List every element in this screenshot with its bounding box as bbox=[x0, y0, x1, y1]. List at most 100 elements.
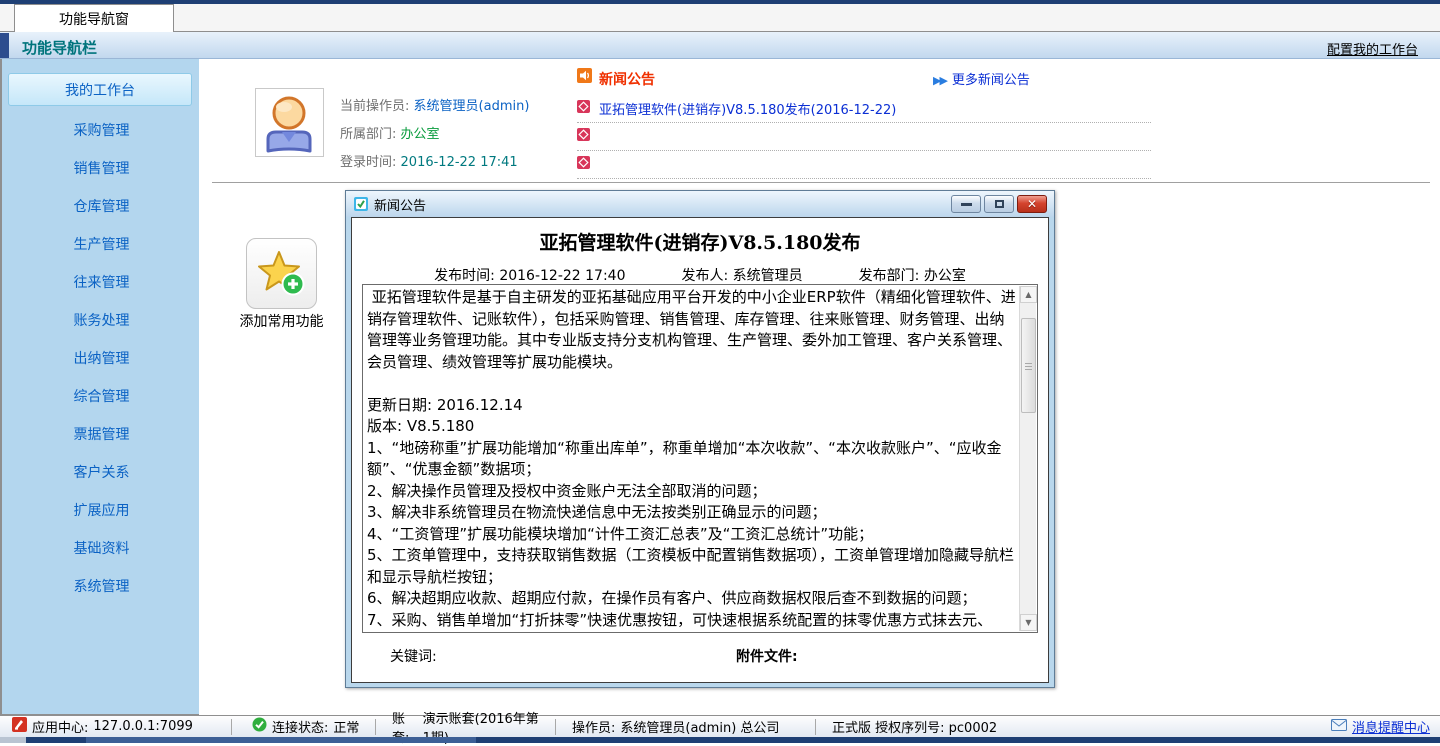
sidebar-item-comprehensive[interactable]: 综合管理 bbox=[2, 377, 201, 415]
article-meta: 发布时间: 2016-12-22 17:40 发布人: 系统管理员 发布部门: … bbox=[352, 265, 1048, 285]
connection-section: 连接状态: 正常 bbox=[240, 719, 376, 735]
close-icon: ✕ bbox=[1027, 197, 1037, 211]
message-center-label: 消息提醒中心 bbox=[1352, 717, 1430, 736]
sidebar-item-label: 账务处理 bbox=[74, 310, 130, 330]
news-bullet-icon bbox=[577, 156, 590, 173]
sidebar-item-label: 仓库管理 bbox=[74, 196, 130, 216]
sidebar-item-label: 出纳管理 bbox=[74, 348, 130, 368]
department-row: 所属部门: 办公室 bbox=[340, 123, 440, 142]
add-favorite-button[interactable] bbox=[246, 238, 317, 309]
keywords-label: 关键词: bbox=[390, 646, 437, 666]
login-time-value: 2016-12-22 17:41 bbox=[401, 155, 518, 170]
app-center-label: 应用中心: bbox=[32, 717, 88, 736]
sidebar-item-contacts[interactable]: 往来管理 bbox=[2, 263, 201, 301]
speaker-icon bbox=[577, 68, 592, 87]
avatar bbox=[255, 88, 324, 157]
account-set-section: 账套: 演示账套(2016年第1期) bbox=[380, 719, 556, 735]
sidebar-item-label: 生产管理 bbox=[74, 234, 130, 254]
login-time-label: 登录时间: bbox=[340, 155, 396, 170]
tab-function-navigation[interactable]: 功能导航窗 bbox=[14, 4, 174, 32]
operator-section: 操作员: 系统管理员(admin) 总公司 bbox=[560, 719, 816, 735]
license-text: 正式版 授权序列号: pc0002 bbox=[832, 717, 997, 736]
news-item[interactable] bbox=[577, 125, 1151, 151]
popup-content: 亚拓管理软件(进销存)V8.5.180发布 发布时间: 2016-12-22 1… bbox=[351, 217, 1049, 683]
article-body-box: 亚拓管理软件是基于自主研发的亚拓基础应用平台开发的中小企业ERP软件（精细化管理… bbox=[362, 284, 1038, 633]
scroll-up-arrow[interactable]: ▲ bbox=[1020, 286, 1037, 303]
connection-ok-icon bbox=[252, 717, 267, 736]
content-divider bbox=[212, 182, 1430, 183]
sidebar-item-warehouse[interactable]: 仓库管理 bbox=[2, 187, 201, 225]
close-button[interactable]: ✕ bbox=[1017, 195, 1047, 213]
news-item[interactable]: 亚拓管理软件(进销存)V8.5.180发布(2016-12-22) bbox=[577, 97, 1151, 123]
add-favorite-label: 添加常用功能 bbox=[209, 311, 354, 331]
envelope-icon bbox=[1331, 719, 1347, 735]
configure-workbench-link[interactable]: 配置我的工作台 bbox=[1327, 39, 1418, 58]
sidebar-item-label: 采购管理 bbox=[74, 120, 130, 140]
news-bullet-icon bbox=[577, 100, 590, 117]
maximize-icon bbox=[995, 200, 1004, 208]
sidebar-item-system[interactable]: 系统管理 bbox=[2, 567, 201, 605]
status-operator-label: 操作员: bbox=[572, 717, 615, 736]
article-title: 亚拓管理软件(进销存)V8.5.180发布 bbox=[352, 228, 1048, 255]
sidebar-item-bills[interactable]: 票据管理 bbox=[2, 415, 201, 453]
sidebar-item-my-workbench[interactable]: 我的工作台 bbox=[8, 73, 192, 106]
sidebar-item-label: 基础资料 bbox=[74, 538, 130, 558]
maximize-button[interactable] bbox=[984, 195, 1014, 213]
operator-row: 当前操作员: 系统管理员(admin) bbox=[340, 95, 529, 114]
section-header: 功能导航栏 配置我的工作台 bbox=[0, 32, 1440, 59]
news-item[interactable] bbox=[577, 153, 1151, 179]
sidebar-item-crm[interactable]: 客户关系 bbox=[2, 453, 201, 491]
popup-titlebar[interactable]: 新闻公告 ✕ bbox=[346, 191, 1054, 217]
department-label: 所属部门: bbox=[340, 127, 396, 142]
message-center-link[interactable]: 消息提醒中心 bbox=[1331, 717, 1440, 736]
sidebar-item-label: 我的工作台 bbox=[65, 80, 135, 100]
popup-title: 新闻公告 bbox=[374, 195, 426, 214]
news-item-text: 亚拓管理软件(进销存)V8.5.180发布(2016-12-22) bbox=[599, 99, 896, 118]
sidebar-item-label: 系统管理 bbox=[74, 576, 130, 596]
sidebar-item-base-data[interactable]: 基础资料 bbox=[2, 529, 201, 567]
operator-label: 当前操作员: bbox=[340, 99, 409, 114]
more-news-label: 更多新闻公告 bbox=[952, 73, 1030, 88]
news-popup-window: 新闻公告 ✕ 亚拓管理软件(进销存)V8.5.180发布 发布时间: 2016-… bbox=[345, 190, 1055, 688]
article-body-text: 亚拓管理软件是基于自主研发的亚拓基础应用平台开发的中小企业ERP软件（精细化管理… bbox=[367, 287, 1019, 630]
vertical-scrollbar[interactable]: ▲ ▼ bbox=[1019, 286, 1036, 631]
minimize-button[interactable] bbox=[951, 195, 981, 213]
login-time-row: 登录时间: 2016-12-22 17:41 bbox=[340, 151, 518, 170]
status-bar: 应用中心: 127.0.0.1:7099 连接状态: 正常 账套: 演示账套(2… bbox=[0, 715, 1440, 737]
operator-value: 系统管理员(admin) bbox=[414, 99, 530, 114]
window-logo-icon bbox=[354, 197, 368, 215]
sidebar-item-label: 销售管理 bbox=[74, 158, 130, 178]
news-bullet-icon bbox=[577, 128, 590, 145]
sidebar-item-label: 客户关系 bbox=[74, 462, 130, 482]
sidebar-item-cashier[interactable]: 出纳管理 bbox=[2, 339, 201, 377]
sidebar-item-purchase[interactable]: 采购管理 bbox=[2, 111, 201, 149]
connection-value: 正常 bbox=[333, 717, 359, 736]
app-logo-icon bbox=[12, 717, 27, 736]
publisher: 发布人: 系统管理员 bbox=[682, 265, 803, 285]
license-section: 正式版 授权序列号: pc0002 bbox=[820, 719, 1070, 735]
sidebar-item-extensions[interactable]: 扩展应用 bbox=[2, 491, 201, 529]
sidebar-item-sales[interactable]: 销售管理 bbox=[2, 149, 201, 187]
bottom-strip bbox=[0, 737, 1440, 743]
sidebar-item-accounting[interactable]: 账务处理 bbox=[2, 301, 201, 339]
sidebar-item-label: 综合管理 bbox=[74, 386, 130, 406]
page-title: 功能导航栏 bbox=[22, 37, 97, 58]
sidebar-item-label: 票据管理 bbox=[74, 424, 130, 444]
attachments-label: 附件文件: bbox=[736, 646, 798, 666]
status-operator-value: 系统管理员(admin) 总公司 bbox=[620, 717, 779, 736]
header-accent-bar bbox=[0, 33, 9, 58]
sidebar-item-label: 往来管理 bbox=[74, 272, 130, 292]
sidebar-item-production[interactable]: 生产管理 bbox=[2, 225, 201, 263]
connection-label: 连接状态: bbox=[272, 717, 328, 736]
bottom-strip-segment bbox=[0, 737, 26, 743]
publish-time: 发布时间: 2016-12-22 17:40 bbox=[434, 265, 625, 285]
scroll-down-arrow[interactable]: ▼ bbox=[1020, 614, 1037, 631]
bottom-strip-segment bbox=[86, 737, 476, 743]
tab-label: 功能导航窗 bbox=[59, 9, 129, 29]
sidebar-item-label: 扩展应用 bbox=[74, 500, 130, 520]
app-center-value: 127.0.0.1:7099 bbox=[93, 719, 193, 734]
scrollbar-thumb[interactable] bbox=[1021, 318, 1036, 413]
double-arrow-icon: ▶▶ bbox=[933, 74, 946, 87]
publish-dept: 发布部门: 办公室 bbox=[859, 265, 966, 285]
more-news-link[interactable]: ▶▶ 更多新闻公告 bbox=[933, 69, 1030, 88]
